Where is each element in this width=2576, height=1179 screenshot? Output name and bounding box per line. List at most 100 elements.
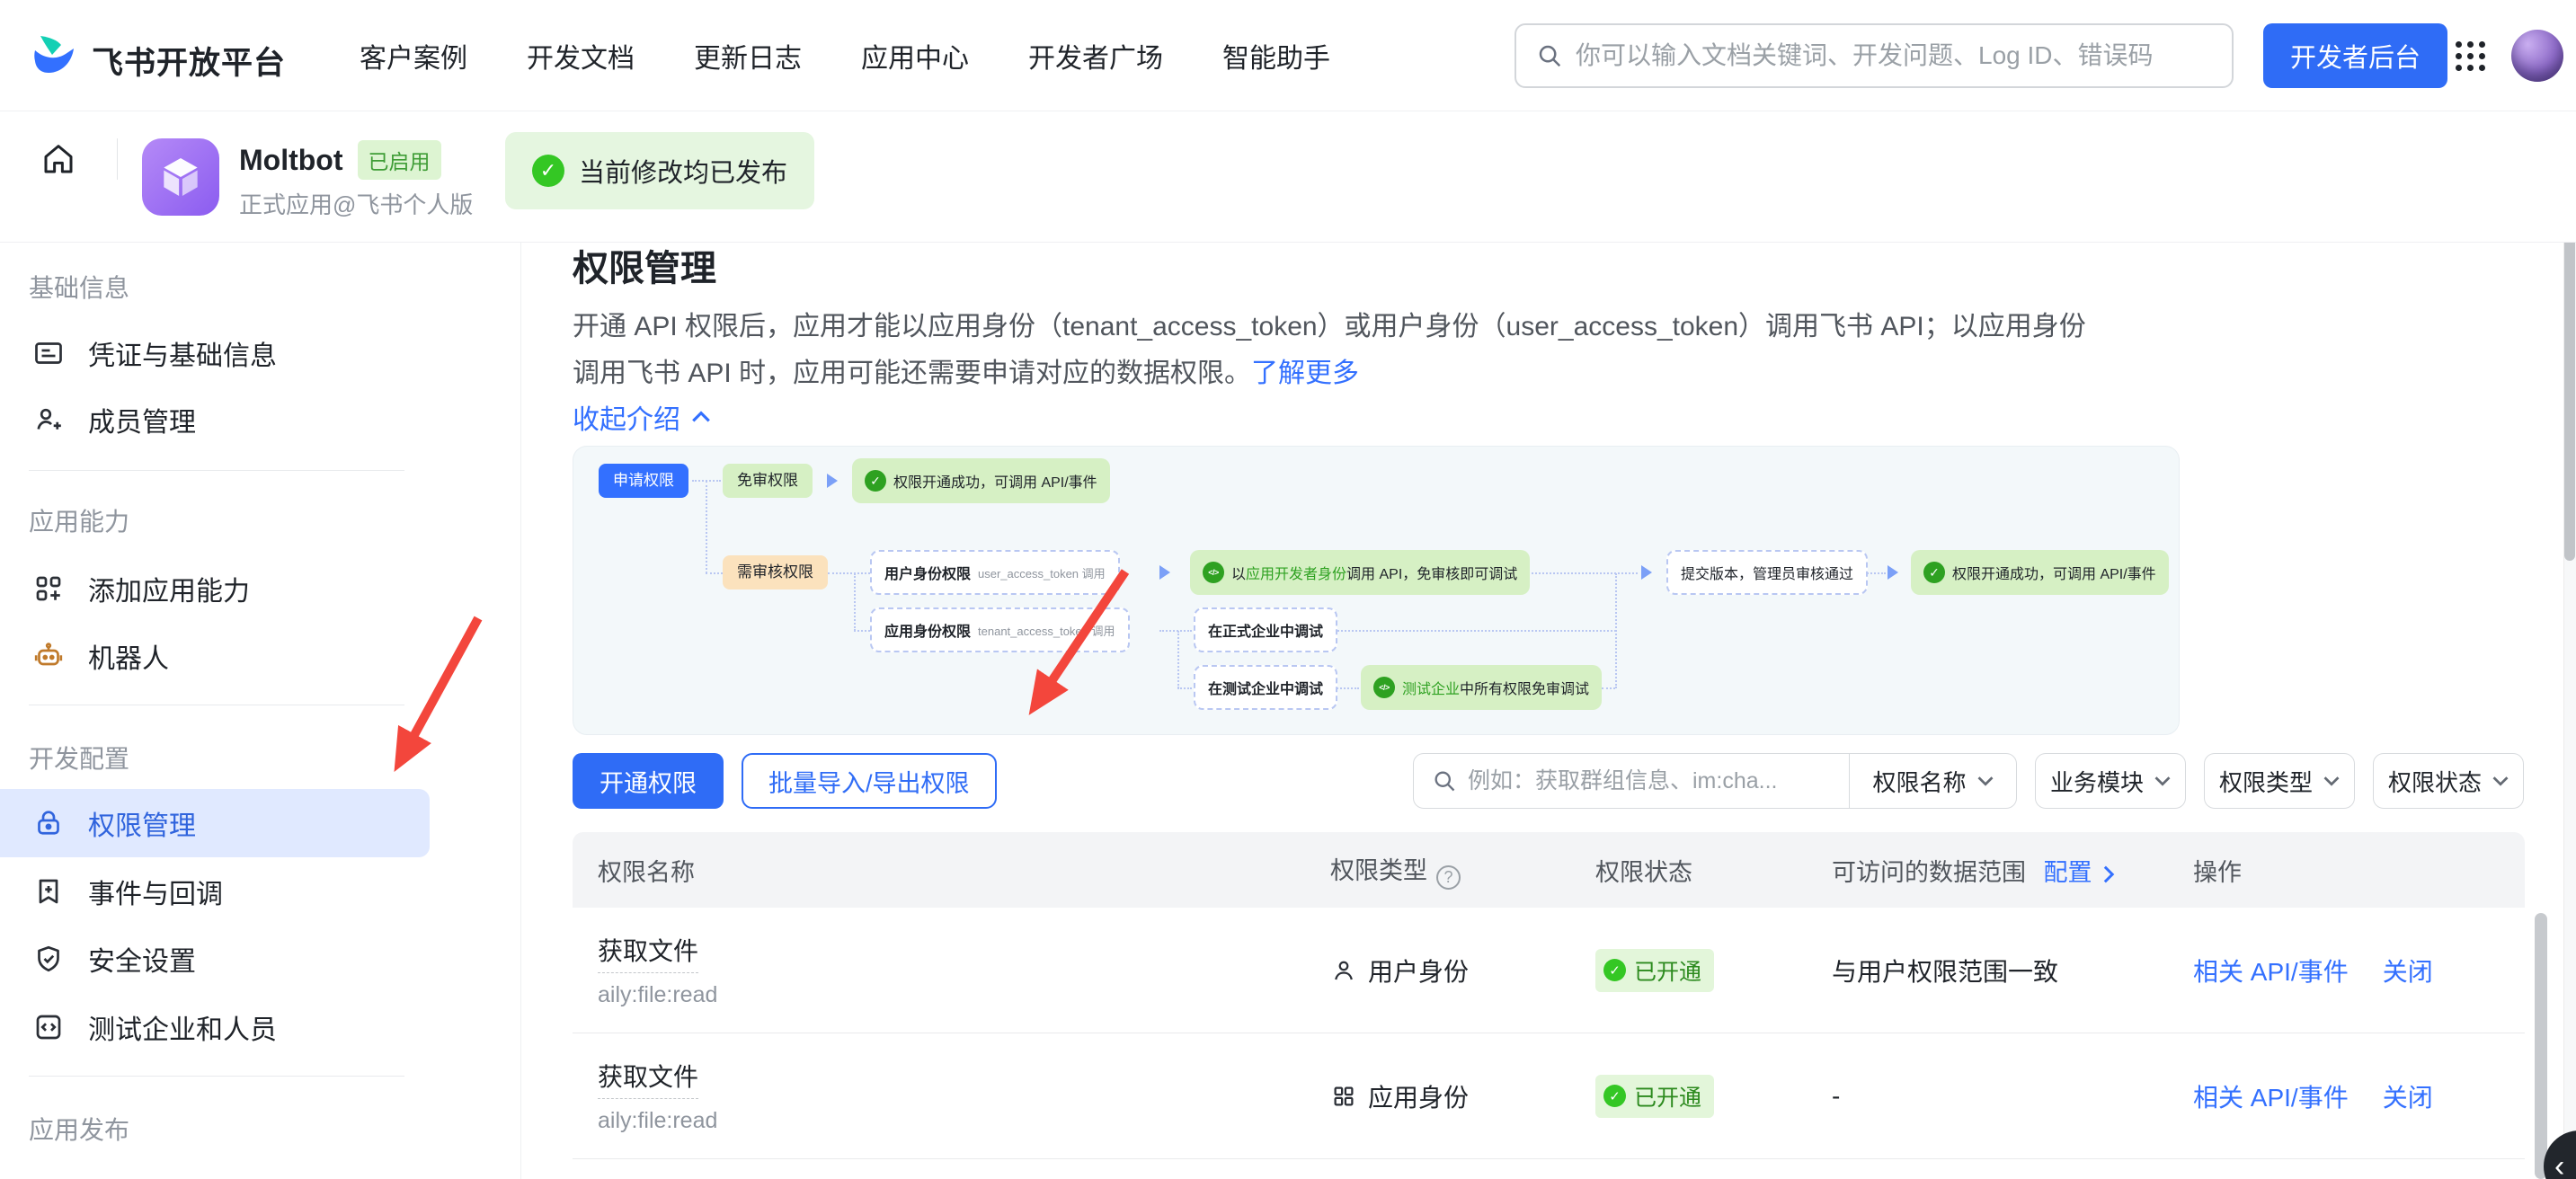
sidebar-item-members[interactable]: 成员管理 xyxy=(0,386,430,454)
tenant-perm-sub: tenant_access_token 调用 xyxy=(978,622,1115,639)
filter-business-module[interactable]: 业务模块 xyxy=(2035,753,2186,809)
permission-type-label: 用户身份 xyxy=(1368,953,1469,988)
permission-search-input[interactable] xyxy=(1468,768,1831,794)
sidebar-section-basic-info: 基础信息 xyxy=(29,269,129,305)
col-action: 操作 xyxy=(2193,853,2525,888)
nav-item-cases[interactable]: 客户案例 xyxy=(360,36,467,75)
sidebar-item-label: 测试企业和人员 xyxy=(88,1007,277,1047)
connector xyxy=(854,630,870,632)
brand-title[interactable]: 飞书开放平台 xyxy=(92,38,286,84)
permission-code: aily:file:read xyxy=(598,982,1330,1008)
divider xyxy=(29,470,404,471)
sidebar-item-label: 事件与回调 xyxy=(88,872,223,911)
sidebar-item-test-company[interactable]: 测试企业和人员 xyxy=(0,993,430,1061)
status-badge: ✓ 已开通 xyxy=(1595,1075,1714,1118)
user-perm-sub: user_access_token 调用 xyxy=(978,564,1106,581)
chevron-up-icon xyxy=(691,411,711,423)
related-api-link[interactable]: 相关 API/事件 xyxy=(2193,953,2349,988)
nav-item-assistant[interactable]: 智能助手 xyxy=(1222,36,1330,75)
permission-name[interactable]: 获取文件 xyxy=(598,932,698,973)
action-cell: 相关 API/事件 关闭 xyxy=(2193,953,2525,988)
divider xyxy=(117,138,118,180)
learn-more-link[interactable]: 了解更多 xyxy=(1251,359,1359,388)
apps-grid-icon[interactable] xyxy=(2452,38,2488,74)
user-icon xyxy=(1330,957,1357,984)
sidebar-section-capability: 应用能力 xyxy=(29,502,129,538)
scope-config-link[interactable]: 配置 xyxy=(2044,859,2092,886)
filter-label: 权限名称 xyxy=(1872,765,1966,798)
diagram-success-box: ✓ 权限开通成功，可调用 API/事件 xyxy=(852,458,1110,503)
feishu-open-platform-page: 飞书开放平台 客户案例 开发文档 更新日志 应用中心 开发者广场 智能助手 开发… xyxy=(0,0,2576,1179)
home-icon[interactable] xyxy=(40,140,77,178)
search-icon xyxy=(1432,768,1457,793)
filter-permission-name[interactable]: 权限名称 xyxy=(1849,754,2016,808)
publish-status-text: 当前修改均已发布 xyxy=(579,152,787,190)
sidebar-section-release: 应用发布 xyxy=(29,1111,129,1147)
filter-label: 业务模块 xyxy=(2050,765,2144,798)
diagram-dev-call-box: </> 以应用开发者身份调用 API，免审核即可调试 xyxy=(1190,550,1530,595)
dev-call-highlight: 应用开发者身份 xyxy=(1246,567,1346,582)
sidebar-item-permissions[interactable]: 权限管理 xyxy=(0,789,430,857)
developer-console-button[interactable]: 开发者后台 xyxy=(2263,23,2447,88)
connector xyxy=(1159,630,1192,632)
col-permission-status: 权限状态 xyxy=(1595,853,1832,888)
sidebar-item-bot[interactable]: 机器人 xyxy=(0,622,430,690)
permission-type-cell: 用户身份 xyxy=(1330,953,1595,988)
feishu-logo-icon[interactable] xyxy=(29,31,79,81)
tenant-perm-label: 应用身份权限 xyxy=(884,619,971,641)
permission-status-cell: ✓ 已开通 xyxy=(1595,1075,1832,1118)
arrow-right-icon xyxy=(1159,565,1170,580)
app-icon[interactable] xyxy=(142,138,219,216)
connector xyxy=(1334,687,1359,689)
related-api-link[interactable]: 相关 API/事件 xyxy=(2193,1078,2349,1114)
nav-item-changelog[interactable]: 更新日志 xyxy=(694,36,802,75)
close-permission-link[interactable]: 关闭 xyxy=(2383,953,2433,988)
open-permission-button[interactable]: 开通权限 xyxy=(573,753,724,809)
collapse-intro-link[interactable]: 收起介绍 xyxy=(573,397,711,437)
sidebar-item-events[interactable]: 事件与回调 xyxy=(0,857,430,926)
close-permission-link[interactable]: 关闭 xyxy=(2383,1078,2433,1114)
sidebar-item-add-capability[interactable]: 添加应用能力 xyxy=(0,554,430,623)
filter-permission-status[interactable]: 权限状态 xyxy=(2373,753,2524,809)
nav-item-app-center[interactable]: 应用中心 xyxy=(861,36,969,75)
permission-search-group: 权限名称 xyxy=(1413,753,2017,809)
sidebar-item-security[interactable]: 安全设置 xyxy=(0,925,430,993)
permission-name[interactable]: 获取文件 xyxy=(598,1058,698,1099)
user-avatar[interactable] xyxy=(2511,30,2563,82)
submit-label: 提交版本，管理员审核通过 xyxy=(1681,562,1853,583)
batch-import-export-button[interactable]: 批量导入/导出权限 xyxy=(742,753,997,809)
nav-item-developer-plaza[interactable]: 开发者广场 xyxy=(1028,36,1163,75)
connector xyxy=(828,572,870,574)
user-perm-label: 用户身份权限 xyxy=(884,562,971,583)
check-circle-icon: ✓ xyxy=(1923,562,1945,583)
test-free-highlight: 测试企业 xyxy=(1402,682,1460,697)
collapse-intro-label: 收起介绍 xyxy=(573,397,680,437)
connector xyxy=(706,481,707,573)
api-icon: </> xyxy=(1203,562,1224,583)
collapse-corner-widget[interactable]: ‹ xyxy=(2544,1130,2576,1179)
chevron-down-icon xyxy=(1977,776,1994,786)
publish-status-pill: ✓ 当前修改均已发布 xyxy=(505,132,814,209)
robot-icon xyxy=(32,640,65,672)
permission-search-box[interactable] xyxy=(1414,768,1849,794)
global-search-box[interactable] xyxy=(1515,23,2234,88)
global-search-input[interactable] xyxy=(1576,41,2212,70)
arrow-right-icon xyxy=(1888,565,1898,580)
sidebar-item-credentials[interactable]: 凭证与基础信息 xyxy=(0,319,430,387)
table-scrollbar-thumb[interactable] xyxy=(2535,913,2547,1179)
help-icon[interactable]: ? xyxy=(1436,865,1461,890)
sidebar-item-label: 添加应用能力 xyxy=(88,569,250,608)
nav-item-docs[interactable]: 开发文档 xyxy=(527,36,635,75)
action-cell: 相关 API/事件 关闭 xyxy=(2193,1078,2525,1114)
permission-flow-diagram: 申请权限 免审权限 ✓ 权限开通成功，可调用 API/事件 需审核权限 用户身份… xyxy=(573,446,2180,735)
dev-call-suffix: 调用 API，免审核即可调试 xyxy=(1346,567,1517,582)
test-free-suffix: 中所有权限免审调试 xyxy=(1460,682,1589,697)
col-data-scope: 可访问的数据范围 配置 xyxy=(1832,853,2193,888)
chevron-down-icon xyxy=(2323,776,2340,786)
sidebar: 基础信息 凭证与基础信息 成员管理 应用能力 添加应用能力 xyxy=(0,243,521,1179)
col-permission-name: 权限名称 xyxy=(573,853,1330,888)
filter-label: 权限类型 xyxy=(2219,765,2313,798)
col-permission-type: 权限类型? xyxy=(1330,851,1595,890)
diagram-tenant-perm-box: 应用身份权限 tenant_access_token 调用 xyxy=(870,607,1130,652)
filter-permission-type[interactable]: 权限类型 xyxy=(2204,753,2355,809)
